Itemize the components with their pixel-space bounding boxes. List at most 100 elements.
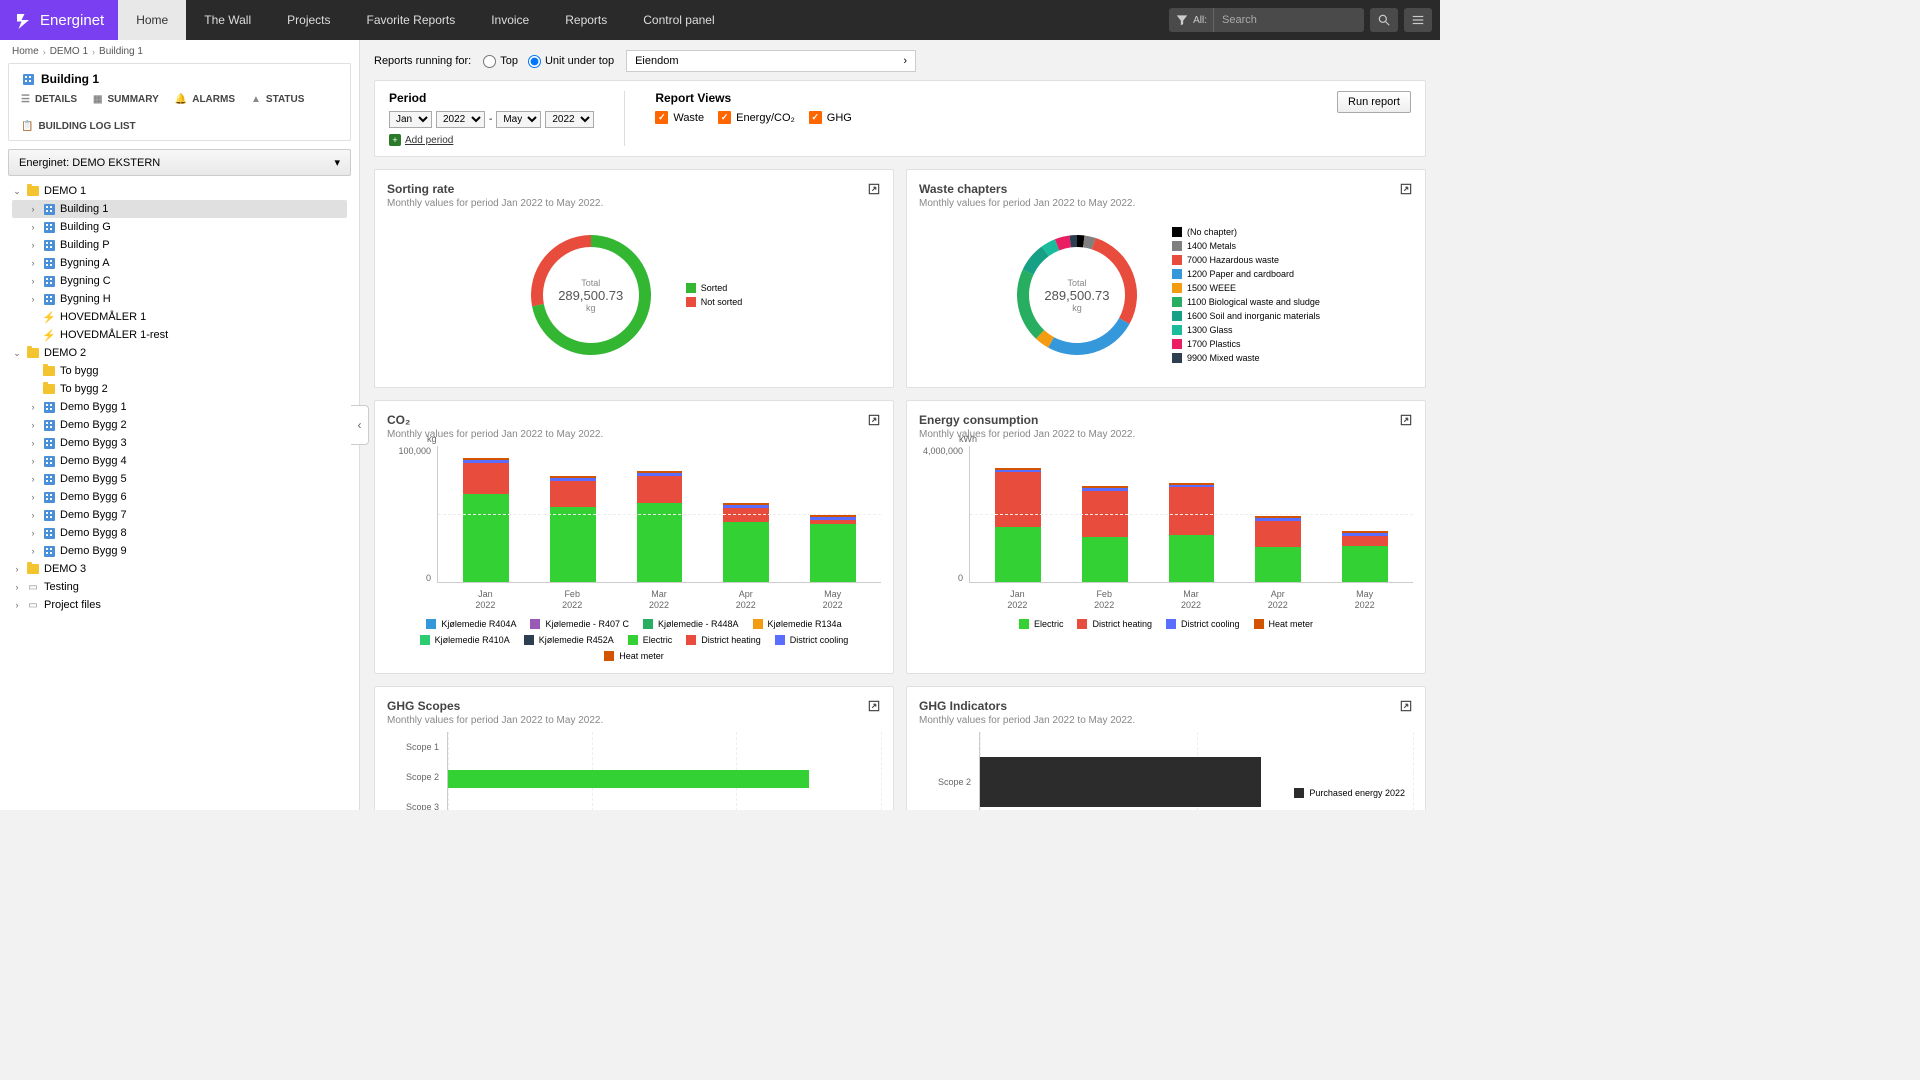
tree-view: ⌄DEMO 1›Building 1›Building G›Building P… bbox=[0, 176, 359, 626]
tab-icon: 📋 bbox=[21, 121, 33, 132]
add-period-button[interactable]: + Add period bbox=[389, 134, 594, 146]
radio-top[interactable]: Top bbox=[483, 55, 518, 68]
popout-button[interactable] bbox=[1399, 182, 1413, 199]
building-icon bbox=[42, 437, 56, 449]
radio-unit-under-top[interactable]: Unit under top bbox=[528, 55, 614, 68]
building-tab-details[interactable]: ☰DETAILS bbox=[21, 94, 77, 105]
popout-icon bbox=[1399, 699, 1413, 713]
tree-node[interactable]: ›Demo Bygg 6 bbox=[12, 488, 347, 506]
tree-node[interactable]: To bygg 2 bbox=[12, 380, 347, 398]
view-checkbox-ghg[interactable]: ✓GHG bbox=[809, 111, 852, 124]
tree-node[interactable]: ›Demo Bygg 5 bbox=[12, 470, 347, 488]
tree-node[interactable]: ⚡HOVEDMÅLER 1 bbox=[12, 308, 347, 326]
tree-node[interactable]: ⚡HOVEDMÅLER 1-rest bbox=[12, 326, 347, 344]
popout-button[interactable] bbox=[1399, 413, 1413, 430]
building-tab-summary[interactable]: ▦SUMMARY bbox=[93, 94, 159, 105]
expand-icon: › bbox=[28, 402, 38, 412]
card-ghg-indicators: GHG IndicatorsMonthly values for period … bbox=[906, 686, 1426, 810]
bar-group bbox=[1326, 446, 1403, 582]
building-icon bbox=[42, 527, 56, 539]
building-tab-status[interactable]: ▲STATUS bbox=[251, 94, 304, 105]
brand-logo[interactable]: Energinet bbox=[0, 0, 118, 40]
file-icon: ▭ bbox=[26, 599, 40, 611]
tree-node[interactable]: ⌄DEMO 2 bbox=[12, 344, 347, 362]
chevron-down-icon: ▾ bbox=[334, 156, 340, 169]
tree-node[interactable]: ›Building 1 bbox=[12, 200, 347, 218]
nav-the-wall[interactable]: The Wall bbox=[186, 0, 269, 40]
donut-chart: Total289,500.73kg bbox=[526, 230, 656, 360]
expand-icon: ⌄ bbox=[12, 186, 22, 197]
top-nav: Energinet HomeThe WallProjectsFavorite R… bbox=[0, 0, 1440, 40]
building-tab-alarms[interactable]: 🔔ALARMS bbox=[175, 94, 235, 105]
bar-group bbox=[1240, 446, 1317, 582]
tree-node[interactable]: ›Demo Bygg 7 bbox=[12, 506, 347, 524]
card-energy: Energy consumptionMonthly values for per… bbox=[906, 400, 1426, 674]
expand-icon: › bbox=[28, 528, 38, 538]
expand-icon: › bbox=[28, 204, 38, 214]
file-icon: ▭ bbox=[26, 581, 40, 593]
tree-node[interactable]: ›Demo Bygg 1 bbox=[12, 398, 347, 416]
popout-icon bbox=[1399, 182, 1413, 196]
tree-node[interactable]: ›Bygning A bbox=[12, 254, 347, 272]
building-header-panel: Building 1 ☰DETAILS▦SUMMARY🔔ALARMS▲STATU… bbox=[8, 63, 351, 141]
chart-legend: ElectricDistrict heatingDistrict cooling… bbox=[919, 619, 1413, 629]
tree-node[interactable]: ⌄DEMO 1 bbox=[12, 182, 347, 200]
unit-type-select[interactable]: Eiendom › bbox=[626, 50, 916, 72]
sidebar-collapse-handle[interactable]: ‹ bbox=[351, 405, 369, 445]
view-checkbox-waste[interactable]: ✓Waste bbox=[655, 111, 704, 124]
tree-node[interactable]: ›Demo Bygg 2 bbox=[12, 416, 347, 434]
nav-reports[interactable]: Reports bbox=[547, 0, 625, 40]
nav-projects[interactable]: Projects bbox=[269, 0, 348, 40]
chart-legend: Purchased energy 2022 bbox=[1294, 788, 1405, 798]
tree-root-selector[interactable]: Energinet: DEMO EKSTERN ▾ bbox=[8, 149, 351, 176]
tab-icon: ☰ bbox=[21, 94, 30, 105]
breadcrumb-item[interactable]: Building 1 bbox=[99, 46, 143, 57]
bar-group bbox=[621, 446, 698, 582]
search-input[interactable] bbox=[1214, 10, 1364, 30]
period-from-year[interactable]: 2022 bbox=[436, 111, 485, 128]
nav-home[interactable]: Home bbox=[118, 0, 186, 40]
tree-node[interactable]: ›Bygning H bbox=[12, 290, 347, 308]
card-ghg-scopes: GHG ScopesMonthly values for period Jan … bbox=[374, 686, 894, 810]
popout-button[interactable] bbox=[867, 699, 881, 716]
run-report-button[interactable]: Run report bbox=[1337, 91, 1411, 113]
tree-node[interactable]: To bygg bbox=[12, 362, 347, 380]
view-checkbox-energyco[interactable]: ✓Energy/CO₂ bbox=[718, 111, 795, 124]
search-filter[interactable]: All: bbox=[1169, 8, 1214, 32]
card-subtitle: Monthly values for period Jan 2022 to Ma… bbox=[919, 429, 1135, 440]
nav-control-panel[interactable]: Control panel bbox=[625, 0, 732, 40]
tree-node[interactable]: ›Building P bbox=[12, 236, 347, 254]
tree-node[interactable]: ›Building G bbox=[12, 218, 347, 236]
expand-icon: › bbox=[28, 510, 38, 520]
tree-node[interactable]: ›Demo Bygg 9 bbox=[12, 542, 347, 560]
period-from-month[interactable]: Jan bbox=[389, 111, 432, 128]
expand-icon: › bbox=[28, 474, 38, 484]
building-icon bbox=[42, 491, 56, 503]
popout-button[interactable] bbox=[867, 413, 881, 430]
hamburger-button[interactable] bbox=[1404, 8, 1432, 32]
tree-node[interactable]: ›▭Project files bbox=[12, 596, 347, 614]
tree-node[interactable]: ›Demo Bygg 3 bbox=[12, 434, 347, 452]
tree-node[interactable]: ›▭Testing bbox=[12, 578, 347, 596]
building-icon bbox=[42, 293, 56, 305]
popout-button[interactable] bbox=[1399, 699, 1413, 716]
tree-node[interactable]: ›Demo Bygg 4 bbox=[12, 452, 347, 470]
bar-group bbox=[794, 446, 871, 582]
popout-icon bbox=[867, 182, 881, 196]
popout-button[interactable] bbox=[867, 182, 881, 199]
search-button[interactable] bbox=[1370, 8, 1398, 32]
breadcrumb-item[interactable]: Home bbox=[12, 46, 39, 57]
nav-favorite-reports[interactable]: Favorite Reports bbox=[349, 0, 474, 40]
tree-node[interactable]: ›DEMO 3 bbox=[12, 560, 347, 578]
building-tab-building-log-list[interactable]: 📋BUILDING LOG LIST bbox=[21, 121, 136, 132]
period-to-month[interactable]: May bbox=[496, 111, 541, 128]
tree-node[interactable]: ›Bygning C bbox=[12, 272, 347, 290]
expand-icon: › bbox=[28, 240, 38, 250]
breadcrumb-item[interactable]: DEMO 1 bbox=[50, 46, 88, 57]
tree-node[interactable]: ›Demo Bygg 8 bbox=[12, 524, 347, 542]
chart-legend: Kjølemedie R404AKjølemedie - R407 CKjøle… bbox=[387, 619, 881, 661]
checkbox-icon: ✓ bbox=[809, 111, 822, 124]
breadcrumb: Home›DEMO 1›Building 1 bbox=[0, 40, 359, 63]
nav-invoice[interactable]: Invoice bbox=[473, 0, 547, 40]
period-to-year[interactable]: 2022 bbox=[545, 111, 594, 128]
